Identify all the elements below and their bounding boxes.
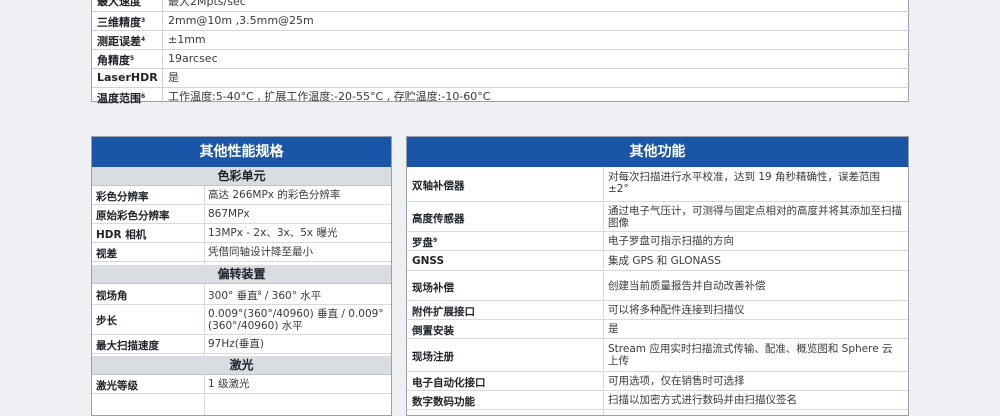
- row-value: 通过电子气压计，可测得与固定点相对的高度并将其添加至扫描图像: [608, 205, 902, 229]
- row-key: 三维精度3: [97, 16, 146, 29]
- row-key: 激光等级: [96, 380, 138, 392]
- row-value: 扫描以加密方式进行数码并由扫描仪签名: [608, 394, 797, 406]
- row-value: 13MPx - 2x、3x、5x 曝光: [208, 227, 338, 239]
- row-value: 对每次扫描进行水平校准，达到 19 角秒精确性，误差范围 ±2°: [608, 171, 881, 195]
- table-row: 现场补偿 创建当前质量报告并自动改善补偿: [407, 271, 908, 301]
- other-specs-panel: 其他性能规格 色彩单元 彩色分辨率 高达 266MPx 的彩色分辨率 原始彩色分…: [91, 136, 392, 416]
- row-key: 高度传感器: [412, 213, 465, 225]
- table-row: LaserHDR 是: [92, 69, 910, 88]
- section-header: 色彩单元: [92, 167, 391, 186]
- row-key: HDR 相机: [96, 229, 147, 241]
- row-value: 可用选项，仅在销售时可选择: [608, 375, 745, 387]
- table-row: 数字数码功能 扫描以加密方式进行数码并由扫描仪签名: [407, 391, 908, 410]
- row-key: 倒置安装: [412, 325, 454, 337]
- table-row: 激光等级 1 级激光: [92, 375, 391, 394]
- row-value: 300° 垂直8 / 360° 水平: [208, 290, 322, 302]
- row-value: 集成 GPS 和 GLONASS: [608, 255, 721, 267]
- row-key: 最大扫描速度: [96, 340, 159, 352]
- section-header: 激光: [92, 356, 391, 375]
- row-key: 彩色分辨率: [96, 191, 149, 203]
- table-row: 电子自动化接口 可用选项，仅在销售时可选择: [407, 372, 908, 391]
- row-value: 最大2Mpts/sec: [168, 0, 246, 8]
- row-key: 双轴补偿器: [412, 180, 465, 192]
- row-value: 0.009°(360°/40960) 垂直 / 0.009°(360°/4096…: [208, 308, 384, 332]
- row-value: 创建当前质量报告并自动改善补偿: [608, 280, 766, 292]
- other-features-panel: 其他功能 双轴补偿器 对每次扫描进行水平校准，达到 19 角秒精确性，误差范围 …: [406, 136, 909, 416]
- table-row: 步长 0.009°(360°/40960) 垂直 / 0.009°(360°/4…: [92, 305, 391, 335]
- row-key: 原始彩色分辨率: [96, 210, 170, 222]
- table-row: 视差 凭借同轴设计降至最小: [92, 243, 391, 262]
- row-key: 罗盘9: [412, 237, 438, 249]
- row-value: 是: [608, 323, 619, 335]
- section-header: 偏转装置: [92, 265, 391, 284]
- row-key: 电子自动化接口: [412, 377, 486, 389]
- row-value: 电子罗盘可指示扫描的方向: [608, 235, 734, 247]
- panel-title: 其他性能规格: [92, 137, 391, 167]
- row-key: LaserHDR: [97, 71, 158, 84]
- row-key: 角精度5: [97, 54, 135, 67]
- top-spec-table: 最大速度 最大2Mpts/sec 三维精度3 2mm@10m ,3.5mm@25…: [91, 0, 910, 105]
- table-row: 原始彩色分辨率 867MPx: [92, 205, 391, 224]
- table-row: 角精度5 19arcsec: [92, 50, 910, 69]
- table-row: 倒置安装 是: [407, 320, 908, 339]
- row-key: 步长: [96, 315, 117, 327]
- row-key: 温度范围6: [97, 92, 146, 105]
- table-row: 罗盘9 电子罗盘可指示扫描的方向: [407, 232, 908, 251]
- row-value: 凭借同轴设计降至最小: [208, 246, 313, 258]
- row-value: 19arcsec: [168, 52, 218, 65]
- row-value: 是: [168, 71, 179, 84]
- panel-title: 其他功能: [407, 137, 908, 167]
- row-key: 附件扩展接口: [412, 306, 475, 318]
- row-value: 2mm@10m ,3.5mm@25m: [168, 14, 314, 27]
- table-row: 高度传感器 通过电子气压计，可测得与固定点相对的高度并将其添加至扫描图像: [407, 202, 908, 232]
- row-key: 现场注册: [412, 351, 454, 363]
- row-key: 现场补偿: [412, 282, 454, 294]
- table-row: 双轴补偿器 对每次扫描进行水平校准，达到 19 角秒精确性，误差范围 ±2°: [407, 167, 908, 202]
- table-row: 测距误差4 ±1mm: [92, 31, 910, 50]
- row-value: 97Hz(垂直): [208, 338, 264, 350]
- row-key: GNSS: [412, 255, 445, 267]
- row-key: 测距误差4: [97, 35, 146, 48]
- row-value: Stream 应用实时扫描流式传输、配准、概览图和 Sphere 云上传: [608, 343, 893, 367]
- table-row: 视场角 300° 垂直8 / 360° 水平: [92, 284, 391, 305]
- table-row: HDR 相机 13MPx - 2x、3x、5x 曝光: [92, 224, 391, 243]
- row-value: 867MPx: [208, 208, 250, 220]
- row-value: ±1mm: [168, 33, 206, 46]
- row-value: 高达 266MPx 的彩色分辨率: [208, 189, 341, 201]
- row-key: 视场角: [96, 290, 128, 302]
- row-value: 可以将多种配件连接到扫描仪: [608, 304, 745, 316]
- table-row: 温度范围6 工作温度:5-40°C , 扩展工作温度:-20-55°C , 存贮…: [92, 88, 910, 107]
- row-key: 数字数码功能: [412, 396, 475, 408]
- table-row: 最大扫描速度 97Hz(垂直): [92, 335, 391, 354]
- table-row: 附件扩展接口 可以将多种配件连接到扫描仪: [407, 301, 908, 320]
- row-value: 1 级激光: [208, 378, 250, 390]
- table-row: 现场注册 Stream 应用实时扫描流式传输、配准、概览图和 Sphere 云上…: [407, 339, 908, 372]
- row-key: 最大速度: [97, 0, 141, 8]
- table-row: 三维精度3 2mm@10m ,3.5mm@25m: [92, 12, 910, 31]
- table-row: 彩色分辨率 高达 266MPx 的彩色分辨率: [92, 186, 391, 205]
- row-key: 视差: [96, 248, 117, 260]
- table-row: 最大速度 最大2Mpts/sec: [92, 0, 910, 12]
- table-row: GNSS 集成 GPS 和 GLONASS: [407, 251, 908, 271]
- row-value: 工作温度:5-40°C , 扩展工作温度:-20-55°C , 存贮温度:-10…: [168, 90, 491, 103]
